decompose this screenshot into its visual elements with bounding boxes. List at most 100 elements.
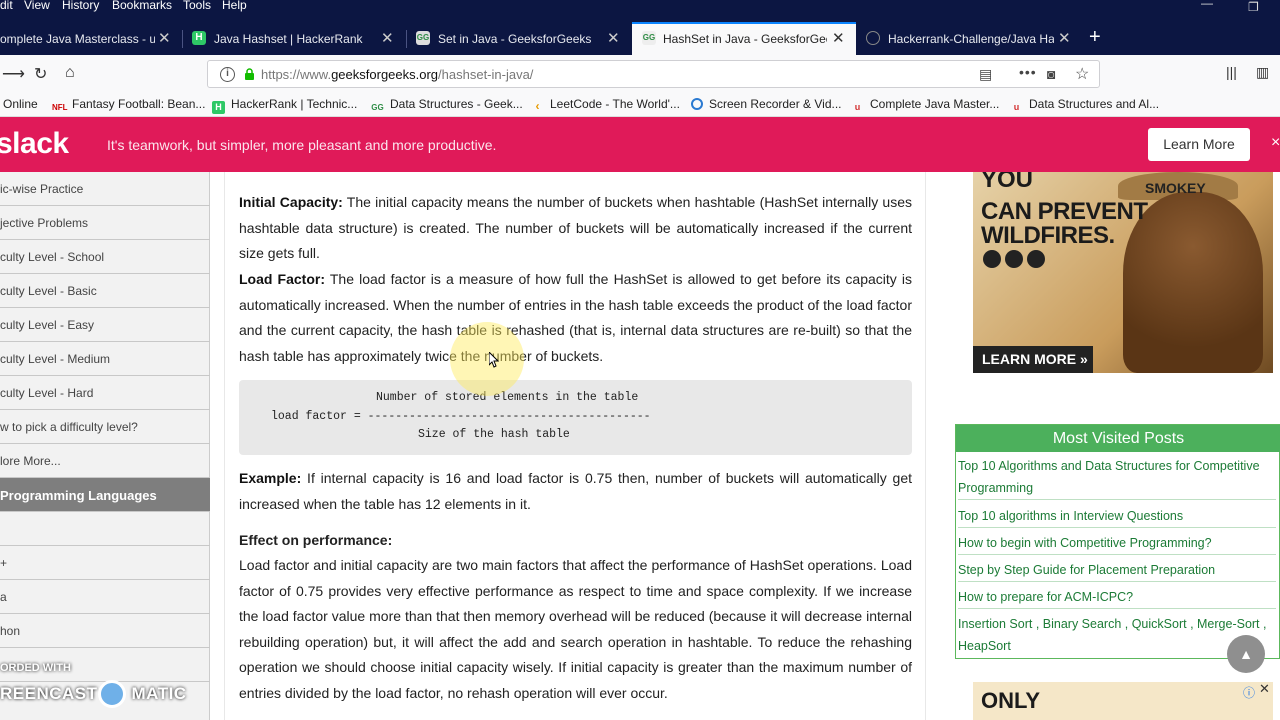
sidebar-item-cpp[interactable]: + [0,546,210,580]
tab-bar: omplete Java Masterclass - up ✕ H Java H… [0,22,1280,55]
sidebar-item-difficulty-easy[interactable]: culty Level - Easy [0,308,210,342]
tab-hashset-in-java[interactable]: GG HashSet in Java - GeeksforGee ✕ [632,22,856,55]
bookmark-data-structures-al[interactable]: u Data Structures and Al... [1010,97,1159,114]
slack-ad-banner[interactable]: slack It's teamwork, but simpler, more p… [0,117,1280,172]
sidebar-heading-programming-languages[interactable]: Programming Languages [0,478,210,512]
info-icon[interactable]: i [220,67,235,82]
sidebar-item-difficulty-medium[interactable]: culty Level - Medium [0,342,210,376]
url-bar[interactable]: i https://www.geeksforgeeks.org/hashset-… [207,60,1100,88]
more-actions-icon[interactable]: ••• [1019,64,1037,80]
screencast-logo-icon [98,680,126,708]
new-tab-icon[interactable]: + [1089,25,1101,49]
paragraph-initial-capacity: Initial Capacity: The initial capacity m… [239,194,912,261]
nav-toolbar: ⟶ ↻ ⌂ i https://www.geeksforgeeks.org/ha… [0,55,1280,92]
url-text[interactable]: https://www.geeksforgeeks.org/hashset-in… [261,67,533,82]
bookmark-star-icon[interactable]: ☆ [1075,64,1089,84]
udemy-icon: u [1013,102,1020,112]
menu-tools[interactable]: Tools [183,0,211,11]
sidebar-item-objective-problems[interactable]: jective Problems [0,206,210,240]
menu-history[interactable]: History [62,0,99,11]
bookmark-fantasy-football[interactable]: NFL Fantasy Football: Bean... [52,97,205,114]
tag-link[interactable]: HeapSort [958,639,1011,653]
sidebar-item-difficulty-basic[interactable]: culty Level - Basic [0,274,210,308]
sidebar-item-java[interactable]: a [0,580,210,614]
close-icon[interactable]: ✕ [607,29,620,47]
learn-more-button[interactable]: Learn More [1148,128,1250,161]
minimize-icon[interactable]: — [1201,0,1213,10]
sidebar-item-difficulty-school[interactable]: culty Level - School [0,240,210,274]
code-block: Number of stored elements in the table l… [239,380,912,455]
github-icon [866,31,880,45]
bottom-ad[interactable]: ONLY [973,682,1273,720]
reader-view-icon[interactable]: ▤ [979,66,992,83]
screencast-icon [691,98,703,110]
sidebar-item-explore-more[interactable]: lore More... [0,444,210,478]
adchoices-icon[interactable]: ⓘ [1243,684,1255,701]
tag-link[interactable]: Merge-Sort [1197,617,1260,631]
menu-edit[interactable]: dit [0,0,13,11]
bookmarks-bar: Online NFL Fantasy Football: Bean... H Hac… [0,92,1280,117]
close-icon[interactable]: ✕ [381,29,394,47]
screencast-watermark: ORDED WITH REENCAST MATIC [0,660,200,720]
close-icon[interactable]: ✕ [158,29,171,47]
gfg-icon: GG [416,31,430,45]
sidebar-item-pick-difficulty[interactable]: w to pick a difficulty level? [0,410,210,444]
paragraph-load-factor: Load Factor: The load factor is a measur… [239,271,912,364]
tab-udemy[interactable]: omplete Java Masterclass - up ✕ [0,22,182,55]
close-icon[interactable]: ✕ [1058,29,1071,47]
post-link[interactable]: Step by Step Guide for Placement Prepara… [958,559,1276,582]
post-link[interactable]: Top 10 Algorithms and Data Structures fo… [958,455,1276,500]
library-icon[interactable]: ||| [1226,64,1237,80]
cursor-highlight [450,322,524,396]
restore-icon[interactable]: ❐ [1248,0,1259,14]
tab-set-in-java[interactable]: GG Set in Java - GeeksforGeeks ✕ [416,22,630,55]
bookmark-online[interactable]: Online [3,97,38,111]
menu-view[interactable]: View [24,0,50,11]
sidebar-item-difficulty-hard[interactable]: culty Level - Hard [0,376,210,410]
forward-icon[interactable]: ⟶ [2,64,25,84]
tag-link[interactable]: QuickSort [1132,617,1187,631]
most-visited-posts: Most Visited Posts Top 10 Algorithms and… [955,424,1280,659]
tag-link[interactable]: Insertion Sort [958,617,1032,631]
bookmark-complete-java[interactable]: u Complete Java Master... [851,97,1000,114]
wildfire-ad[interactable]: YOU SMOKEY CAN PREVENT WILDFIRES. LEARN … [973,172,1273,373]
close-icon[interactable]: ✕ [832,29,845,47]
udemy-icon: u [854,102,861,112]
hackerrank-icon: H [192,31,206,45]
ad-council-logos [983,250,1049,273]
slack-logo: slack [0,127,69,160]
menu-help[interactable]: Help [222,0,247,11]
lock-icon [245,68,254,80]
close-icon[interactable]: × [1271,134,1280,152]
post-link[interactable]: How to begin with Competitive Programmin… [958,532,1276,555]
sidebar-item-topic-wise-practice[interactable]: ic-wise Practice [0,172,210,206]
left-sidebar: ic-wise Practice jective Problems culty … [0,172,210,720]
slack-message: It's teamwork, but simpler, more pleasan… [107,137,497,153]
bookmark-screen-recorder[interactable]: Screen Recorder & Vid... [691,97,842,111]
bookmark-data-structures-gfg[interactable]: GG Data Structures - Geek... [371,97,522,114]
heading-effect-on-performance: Effect on performance: [239,532,393,548]
home-icon[interactable]: ⌂ [65,64,75,82]
nfl-icon: NFL [52,103,68,112]
close-icon[interactable]: ✕ [1259,681,1270,697]
tag-link[interactable]: Binary Search [1043,617,1122,631]
ad-learn-more-button[interactable]: LEARN MORE » [973,346,1093,373]
post-link[interactable]: How to prepare for ACM-ICPC? [958,586,1276,609]
tab-github[interactable]: Hackerrank-Challenge/Java Ha ✕ [866,22,1080,55]
reload-icon[interactable]: ↻ [34,64,47,84]
leetcode-icon: ‹ [535,99,540,113]
scroll-to-top-button[interactable]: ▲ [1227,635,1265,673]
gfg-icon: GG [642,31,656,45]
article-content: Initial Capacity: The initial capacity m… [224,172,926,720]
sidebar-item-python[interactable]: hon [0,614,210,648]
bookmark-hackerrank[interactable]: H HackerRank | Technic... [212,97,357,114]
bookmark-leetcode[interactable]: ‹ LeetCode - The World'... [531,97,680,113]
sidebar-item-blank[interactable] [0,512,210,546]
most-visited-posts-title: Most Visited Posts [956,425,1280,452]
post-link[interactable]: Top 10 algorithms in Interview Questions [958,505,1276,528]
tab-hackerrank[interactable]: H Java Hashset | HackerRank ✕ [192,22,406,55]
pocket-icon[interactable]: ◙ [1047,66,1055,82]
paragraph-performance: Load factor and initial capacity are two… [239,557,912,701]
menu-bookmarks[interactable]: Bookmarks [112,0,172,11]
sidebar-toggle-icon[interactable]: ▥ [1256,64,1269,81]
